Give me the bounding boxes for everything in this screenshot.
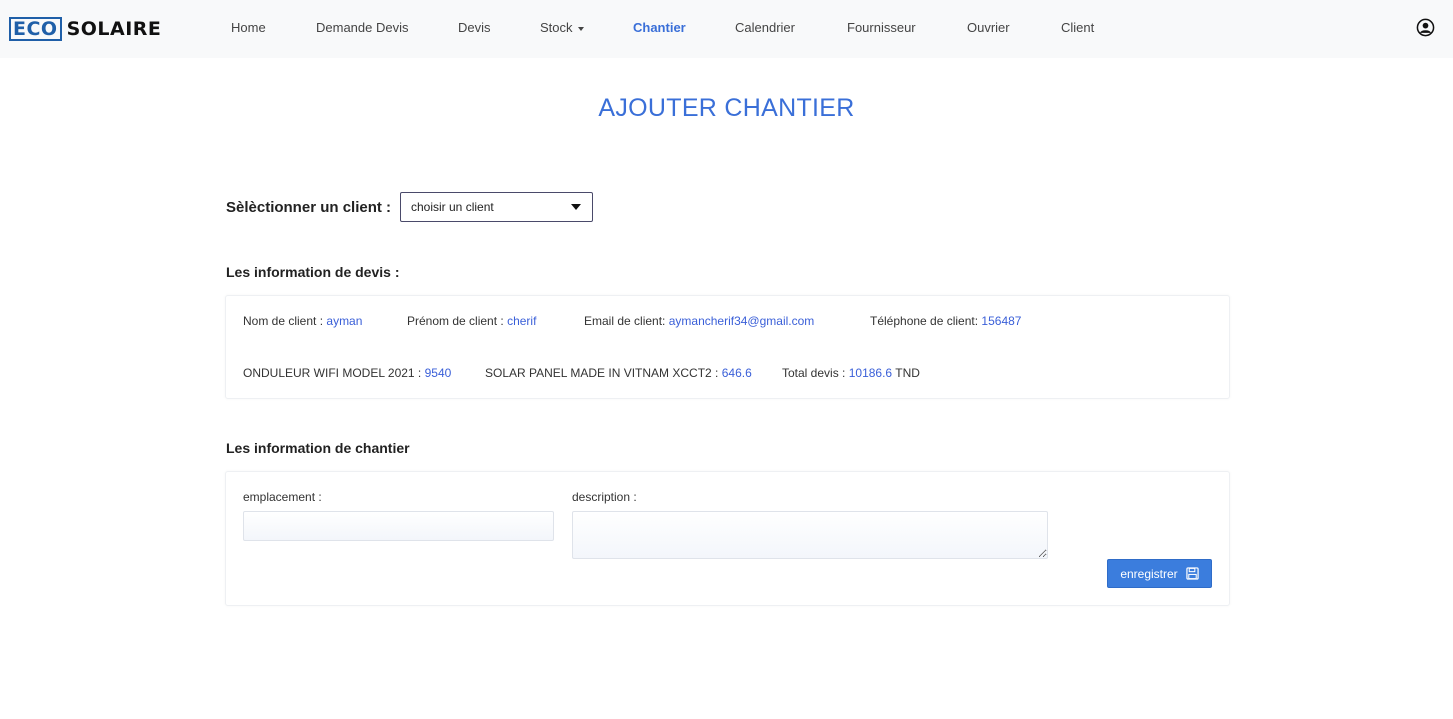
devis-section-title: Les information de devis : xyxy=(226,264,400,280)
devis-item-solar-panel-value: 646.6 xyxy=(721,366,752,380)
client-telephone: Téléphone de client: 156487 xyxy=(870,314,1021,328)
nav-stock-label: Stock xyxy=(540,20,573,35)
client-nom-label: Nom de client : xyxy=(243,314,324,328)
enregistrer-button-label: enregistrer xyxy=(1120,566,1178,581)
nav-calendrier[interactable]: Calendrier xyxy=(735,20,795,35)
enregistrer-button[interactable]: enregistrer xyxy=(1107,559,1212,588)
brand-eco: ECO xyxy=(9,17,62,41)
nav-fournisseur[interactable]: Fournisseur xyxy=(847,20,916,35)
page-title: AJOUTER CHANTIER xyxy=(598,94,855,122)
top-navbar: ECO SOLAIRE Home Demande Devis Devis Sto… xyxy=(0,0,1453,58)
devis-total-value: 10186.6 xyxy=(848,366,893,380)
client-prenom-label: Prénom de client : xyxy=(407,314,504,328)
devis-item-solar-panel-label: SOLAR PANEL MADE IN VITNAM XCCT2 : xyxy=(485,366,719,380)
devis-item-onduleur: ONDULEUR WIFI MODEL 2021 : 9540 xyxy=(243,366,451,380)
nav-devis[interactable]: Devis xyxy=(458,20,491,35)
client-select-value: choisir un client xyxy=(411,200,494,214)
devis-item-solar-panel: SOLAR PANEL MADE IN VITNAM XCCT2 : 646.6 xyxy=(485,366,752,380)
client-prenom-value: cherif xyxy=(507,314,537,328)
client-prenom: Prénom de client : cherif xyxy=(407,314,536,328)
brand-solaire: SOLAIRE xyxy=(66,18,162,40)
client-email-value: aymancherif34@gmail.com xyxy=(668,314,815,328)
emplacement-label: emplacement : xyxy=(243,490,322,504)
emplacement-input[interactable] xyxy=(243,511,554,541)
devis-total: Total devis : 10186.6 TND xyxy=(782,366,920,380)
client-telephone-label: Téléphone de client: xyxy=(870,314,979,328)
nav-home[interactable]: Home xyxy=(231,20,266,35)
client-telephone-value: 156487 xyxy=(981,314,1022,328)
client-select[interactable]: choisir un client xyxy=(400,192,593,222)
client-email: Email de client: aymancherif34@gmail.com xyxy=(584,314,814,328)
client-nom-value: ayman xyxy=(326,314,363,328)
devis-item-onduleur-value: 9540 xyxy=(424,366,452,380)
client-email-label: Email de client: xyxy=(584,314,666,328)
caret-down-icon xyxy=(577,26,584,31)
nav-client[interactable]: Client xyxy=(1061,20,1094,35)
brand-logo[interactable]: ECO SOLAIRE xyxy=(9,17,161,41)
description-label: description : xyxy=(572,490,637,504)
description-textarea[interactable] xyxy=(572,511,1048,559)
devis-item-onduleur-label: ONDULEUR WIFI MODEL 2021 : xyxy=(243,366,422,380)
client-nom: Nom de client : ayman xyxy=(243,314,362,328)
devis-total-unit: TND xyxy=(895,366,920,380)
nav-chantier[interactable]: Chantier xyxy=(633,20,686,35)
save-floppy-icon xyxy=(1185,567,1199,580)
devis-total-label: Total devis : xyxy=(782,366,846,380)
nav-stock-dropdown[interactable]: Stock xyxy=(540,20,584,35)
devis-info-card: Nom de client : ayman Prénom de client :… xyxy=(225,295,1230,399)
nav-demande-devis[interactable]: Demande Devis xyxy=(316,20,409,35)
chantier-form-card: emplacement : description : enregistrer xyxy=(225,471,1230,606)
user-circle-icon[interactable] xyxy=(1416,18,1435,37)
dropdown-arrow-icon xyxy=(571,204,581,210)
chantier-section-title: Les information de chantier xyxy=(226,440,410,456)
nav-ouvrier[interactable]: Ouvrier xyxy=(967,20,1010,35)
client-select-label: Sèlèctionner un client : xyxy=(226,199,392,216)
